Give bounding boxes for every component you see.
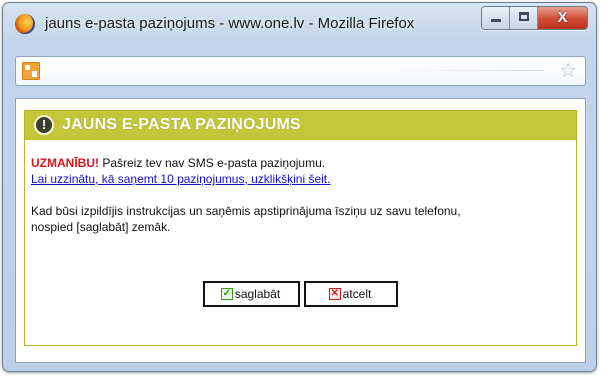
close-icon: X — [557, 9, 568, 26]
warning-label: UZMANĪBU! — [31, 156, 99, 170]
browser-window: jauns e-pasta paziņojums - www.one.lv - … — [2, 2, 597, 372]
info-link-line: Lai uzzinātu, kā saņemt 10 paziņojumus, … — [31, 172, 330, 186]
site-favicon-icon — [22, 62, 40, 80]
panel-header: ! JAUNS E-PASTA PAZIŅOJUMS — [25, 111, 576, 140]
maximize-button[interactable] — [510, 7, 538, 29]
bookmark-star-icon[interactable]: ☆ — [559, 60, 577, 82]
window-title: jauns e-pasta paziņojums - www.one.lv - … — [45, 15, 415, 32]
cancel-button[interactable]: ✕ atcelt — [304, 281, 398, 307]
page-content: ! JAUNS E-PASTA PAZIŅOJUMS UZMANĪBU! Paš… — [15, 98, 586, 363]
address-bar-divider — [394, 70, 544, 71]
warning-text: Pašreiz tev nav SMS e-pasta paziņojumu. — [99, 156, 326, 170]
cancel-button-label: atcelt — [342, 287, 372, 301]
close-button[interactable]: X — [538, 7, 587, 29]
save-button-label: saglabāt — [234, 287, 281, 301]
minimize-icon — [491, 19, 501, 22]
instruction-line-1: Kad būsi izpildījis instrukcijas un saņē… — [31, 204, 461, 218]
panel-title: JAUNS E-PASTA PAZIŅOJUMS — [62, 116, 301, 133]
save-button[interactable]: ✓ saglabāt — [203, 281, 300, 307]
check-icon: ✓ — [220, 288, 233, 300]
warning-icon: ! — [34, 115, 54, 135]
maximize-icon — [519, 12, 529, 21]
address-bar[interactable]: ☆ — [15, 56, 586, 86]
warning-message: UZMANĪBU! Pašreiz tev nav SMS e-pasta pa… — [31, 156, 325, 170]
minimize-button[interactable] — [482, 7, 510, 29]
instruction-line-2: nospied [saglabāt] zemāk. — [31, 220, 171, 234]
window-controls: X — [481, 6, 588, 30]
firefox-icon — [15, 14, 35, 34]
sms-info-link[interactable]: Lai uzzinātu, kā saņemt 10 paziņojumus, … — [31, 172, 330, 186]
cancel-icon: ✕ — [328, 288, 341, 300]
notification-panel: ! JAUNS E-PASTA PAZIŅOJUMS UZMANĪBU! Paš… — [24, 110, 577, 346]
title-bar[interactable]: jauns e-pasta paziņojums - www.one.lv - … — [3, 3, 596, 47]
button-row: ✓ saglabāt ✕ atcelt — [25, 281, 576, 307]
